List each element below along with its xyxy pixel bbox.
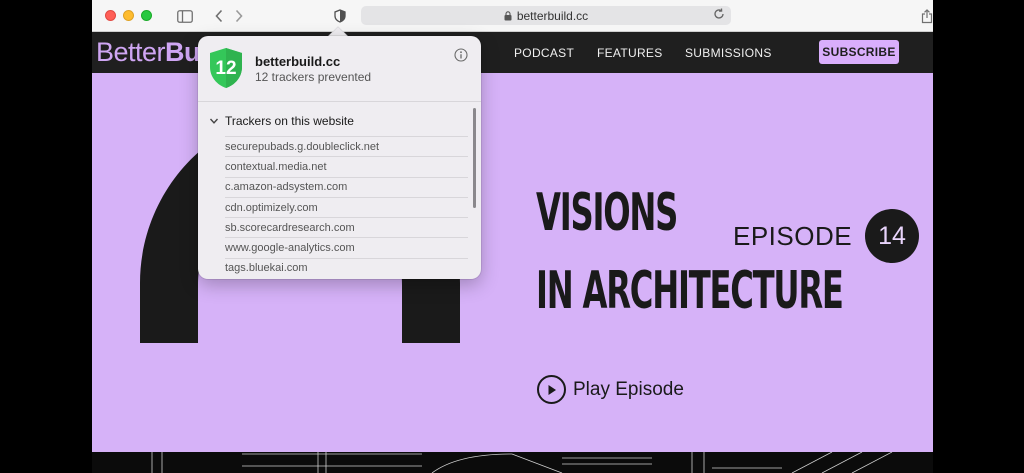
hero-title-line-1: VISIONS: [536, 183, 678, 243]
episode-number-badge: 14: [865, 209, 919, 263]
sidebar-icon[interactable]: [176, 6, 194, 26]
logo-text-bold: Bu: [165, 37, 201, 67]
play-episode-button[interactable]: Play Episode: [537, 375, 684, 404]
subscribe-button[interactable]: SUBSCRIBE: [819, 40, 899, 64]
shield-icon[interactable]: [333, 6, 347, 26]
address-bar[interactable]: betterbuild.cc: [361, 6, 731, 25]
browser-toolbar: betterbuild.cc: [92, 0, 933, 32]
tracker-item: securepubads.g.doubleclick.net: [225, 136, 468, 156]
chevron-left-icon[interactable]: [212, 6, 226, 26]
tracker-list: securepubads.g.doubleclick.net contextua…: [225, 136, 468, 278]
play-episode-label: Play Episode: [573, 378, 684, 400]
address-text: betterbuild.cc: [516, 8, 589, 23]
report-site-name: betterbuild.cc: [255, 54, 341, 69]
tracker-item: sb.scorecardresearch.com: [225, 217, 468, 237]
tracker-item: tags.bluekai.com: [225, 257, 468, 278]
trackers-prevented-summary: 12 trackers prevented: [255, 70, 372, 84]
nav-submissions-link[interactable]: SUBMISSIONS: [685, 46, 772, 60]
info-icon[interactable]: [454, 48, 468, 67]
blueprint-strip: [92, 452, 933, 473]
close-window-button[interactable]: [105, 10, 116, 21]
tracker-item: contextual.media.net: [225, 156, 468, 176]
lock-icon: [504, 10, 512, 21]
minimize-window-button[interactable]: [123, 10, 134, 21]
trackers-section-toggle[interactable]: Trackers on this website: [209, 114, 354, 128]
site-logo[interactable]: BetterBu: [96, 37, 201, 68]
reload-icon[interactable]: [713, 8, 725, 20]
tracker-item: cdn.optimizely.com: [225, 196, 468, 217]
privacy-report-popover: 12 betterbuild.cc 12 trackers prevented …: [198, 36, 481, 279]
tracker-item: c.amazon-adsystem.com: [225, 176, 468, 197]
tracker-list-scrollbar[interactable]: [473, 108, 476, 208]
blueprint-drawing: [151, 452, 893, 473]
zoom-window-button[interactable]: [141, 10, 152, 21]
chevron-down-icon: [209, 117, 219, 125]
tracker-count-badge: 12: [215, 58, 237, 79]
share-icon[interactable]: [920, 6, 933, 26]
logo-text-light: Better: [96, 37, 166, 67]
trackers-section-title: Trackers on this website: [225, 114, 354, 128]
play-icon: [537, 375, 566, 404]
episode-label: EPISODE: [733, 221, 853, 251]
tracker-item: www.google-analytics.com: [225, 237, 468, 257]
chevron-right-icon[interactable]: [232, 6, 246, 26]
nav-features-link[interactable]: FEATURES: [597, 46, 663, 60]
nav-podcast-link[interactable]: PODCAST: [514, 46, 574, 60]
hero-title-line-2: IN ARCHITECTURE: [536, 261, 844, 321]
privacy-report-header: 12 betterbuild.cc 12 trackers prevented: [198, 36, 481, 102]
